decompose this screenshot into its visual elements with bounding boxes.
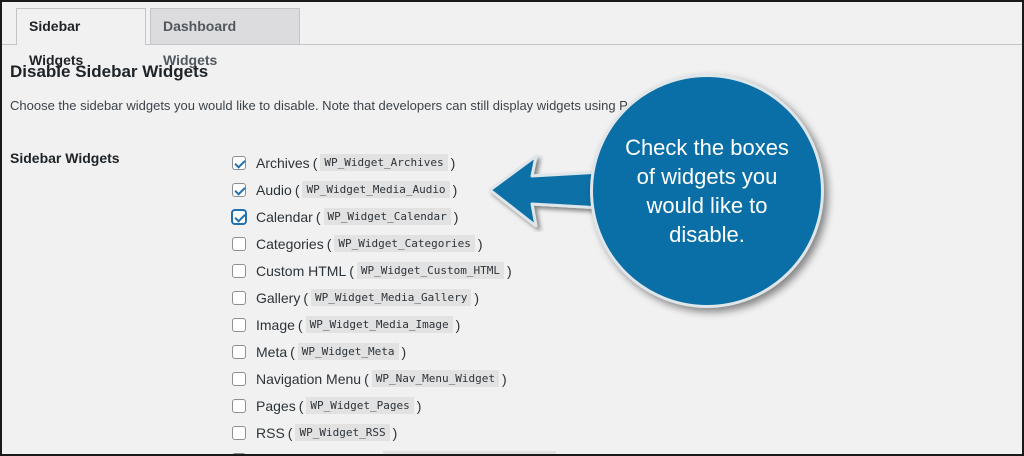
widget-checkbox[interactable] [232, 236, 246, 251]
settings-page: Sidebar Widgets Dashboard Widgets Disabl… [0, 0, 1024, 456]
tab-dashboard-widgets[interactable]: Dashboard Widgets [150, 8, 300, 68]
paren-close: ) [453, 208, 459, 225]
paren-open: ( [294, 181, 300, 198]
paren-close: ) [477, 235, 483, 252]
arrow-icon [488, 154, 604, 228]
paren-open: ( [287, 424, 293, 441]
paren-close: ) [501, 370, 507, 387]
widget-checkbox[interactable] [232, 290, 246, 305]
widget-class-name: WP_Widget_Media_Image [305, 316, 453, 333]
widget-label: Gallery [256, 289, 301, 306]
tab-bar: Sidebar Widgets Dashboard Widgets [2, 2, 1022, 68]
widget-label: Calendar [256, 208, 313, 225]
widget-checkbox[interactable] [232, 182, 246, 197]
widget-item[interactable]: Navigation Menu (WP_Nav_Menu_Widget) [232, 365, 567, 392]
paren-close: ) [559, 452, 564, 455]
paren-close: ) [455, 316, 461, 333]
sidebar-widgets-label: Sidebar Widgets [10, 150, 120, 166]
widget-class-name: WP_Widget_Recent_Comments [382, 451, 557, 454]
widget-class-name: WP_Widget_Calendar [323, 208, 451, 225]
paren-open: ( [349, 262, 354, 279]
widget-checkbox[interactable] [232, 317, 246, 332]
widget-item[interactable]: Meta (WP_Widget_Meta) [232, 338, 567, 365]
paren-open: ( [315, 208, 321, 225]
widget-item[interactable]: Gallery (WP_Widget_Media_Gallery) [232, 284, 567, 311]
widget-checkbox[interactable] [232, 452, 246, 454]
widget-class-name: WP_Widget_RSS [295, 424, 390, 441]
widget-label: Meta [256, 343, 288, 360]
paren-close: ) [450, 154, 456, 171]
paren-open: ( [312, 154, 318, 171]
tab-sidebar-widgets[interactable]: Sidebar Widgets [16, 8, 146, 68]
widget-item[interactable]: Categories (WP_Widget_Categories) [232, 230, 567, 257]
widget-label: Recent Comments [256, 452, 372, 455]
section-description: Choose the sidebar widgets you would lik… [10, 98, 628, 113]
widget-class-name: WP_Widget_Categories [334, 235, 475, 252]
widget-label: Image [256, 316, 295, 333]
widget-class-name: WP_Nav_Menu_Widget [371, 370, 499, 387]
paren-open: ( [375, 452, 380, 455]
paren-open: ( [326, 235, 332, 252]
widget-checkbox[interactable] [232, 263, 246, 278]
widget-label: Audio [256, 181, 292, 198]
widget-item[interactable]: Recent Comments (WP_Widget_Recent_Commen… [232, 446, 567, 455]
paren-close: ) [506, 262, 512, 279]
paren-open: ( [298, 397, 304, 414]
widget-label: Custom HTML [256, 262, 347, 279]
paren-open: ( [364, 370, 369, 387]
widget-label: Pages [256, 397, 296, 414]
widget-class-name: WP_Widget_Archives [320, 154, 448, 171]
widget-checkbox[interactable] [232, 209, 246, 224]
paren-close: ) [416, 397, 422, 414]
widget-class-name: WP_Widget_Meta [297, 343, 399, 360]
paren-open: ( [290, 343, 295, 360]
paren-close: ) [452, 181, 458, 198]
widget-item[interactable]: RSS (WP_Widget_RSS) [232, 419, 567, 446]
widget-item[interactable]: Custom HTML (WP_Widget_Custom_HTML) [232, 257, 567, 284]
widget-label: RSS [256, 424, 285, 441]
widget-label: Navigation Menu [256, 370, 362, 387]
widget-class-name: WP_Widget_Media_Gallery [311, 289, 472, 306]
annotation-callout: Check the boxes of widgets you would lik… [590, 74, 824, 308]
paren-close: ) [474, 289, 480, 306]
widget-class-name: WP_Widget_Custom_HTML [356, 262, 504, 279]
widget-class-name: WP_Widget_Media_Audio [302, 181, 450, 198]
widget-checkbox[interactable] [232, 398, 246, 413]
widget-checkbox[interactable] [232, 155, 246, 170]
widget-label: Archives [256, 154, 310, 171]
widget-label: Categories [256, 235, 324, 252]
widget-item[interactable]: Image (WP_Widget_Media_Image) [232, 311, 567, 338]
widget-checkbox[interactable] [232, 344, 246, 359]
paren-close: ) [401, 343, 407, 360]
widget-class-name: WP_Widget_Pages [306, 397, 414, 414]
paren-open: ( [297, 316, 303, 333]
paren-close: ) [392, 424, 398, 441]
widget-checkbox[interactable] [232, 371, 246, 386]
widget-checkbox[interactable] [232, 425, 246, 440]
widget-item[interactable]: Pages (WP_Widget_Pages) [232, 392, 567, 419]
paren-open: ( [303, 289, 309, 306]
